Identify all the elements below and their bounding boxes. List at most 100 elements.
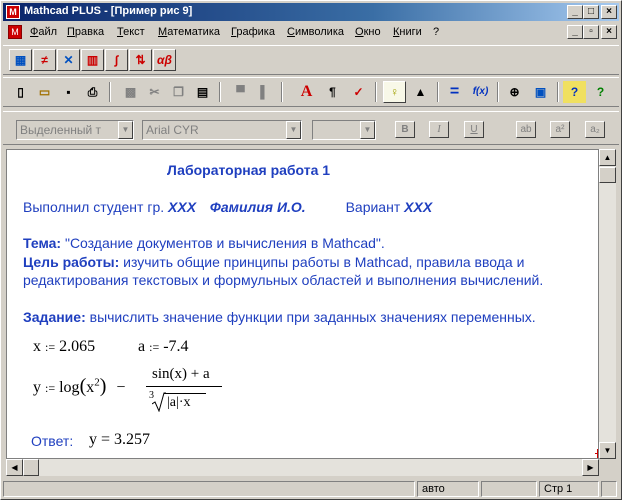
matrix-palette-button[interactable]: ▥ [81,49,104,71]
greek-palette-button[interactable]: αβ [153,49,176,71]
matrix-icon: ▥ [86,53,99,67]
maximize-button[interactable]: □ [583,5,599,19]
x-definition[interactable]: x:= 2.065 [33,338,95,356]
answer-value: 3.257 [114,431,151,448]
scroll-down-arrow[interactable]: ▼ [599,442,616,459]
equals-operator: = [101,431,111,448]
theme-text: "Создание документов и вычисления в Math… [61,235,385,251]
worksheet-area[interactable]: Лабораторная работа 1 Выполнил студент г… [6,149,599,459]
goal-line[interactable]: Цель работы: изучить общие принципы рабо… [23,254,524,270]
fraction-numerator: sin(x) + a [152,366,210,382]
task-line[interactable]: Задание: вычислить значение функции при … [23,309,536,325]
insert-function-button[interactable]: f(x) [469,81,492,103]
chevron-down-icon[interactable]: ▼ [118,121,133,139]
variant-label: Вариант [345,199,405,215]
check-button[interactable]: ▩ [119,81,142,103]
align-left-format-button[interactable]: ab [516,121,536,138]
menu-edit[interactable]: Правка [67,26,104,38]
font-combo-value: Arial CYR [146,123,199,137]
cut-button[interactable]: ✂ [143,81,166,103]
doc-close-button[interactable]: × [601,25,617,39]
answer-expression[interactable]: y = 3.257 [89,431,150,449]
document-icon[interactable]: M [8,25,22,39]
toolbar-separator [375,82,377,102]
horizontal-scrollbar[interactable]: ◀ ▶ [6,459,599,476]
menu-help[interactable]: ? [433,26,439,38]
scroll-right-arrow[interactable]: ▶ [582,459,599,476]
close-button[interactable]: × [601,5,617,19]
save-button[interactable]: ▪ [57,81,80,103]
lightbulb-button[interactable]: ♀ [383,81,406,103]
resource-icon: ▲ [414,85,427,99]
help-book-button[interactable]: ? [563,81,586,103]
answer-label[interactable]: Ответ: [31,433,73,449]
theme-line[interactable]: Тема: "Создание документов и вычисления … [23,235,385,251]
scroll-left-arrow[interactable]: ◀ [6,459,23,476]
menu-books[interactable]: Книги [393,26,422,38]
goal-text-1: изучить общие принципы работы в Mathcad,… [119,254,525,270]
new-document-button[interactable]: ▯ [9,81,32,103]
menu-math[interactable]: Математика [158,26,220,38]
menu-bar: M Файл Правка Текст Математика Графика С… [3,23,619,42]
align-top-button[interactable]: ▀ [229,81,252,103]
palette-toolbar: ▦ ≠ ✕ ▥ ∫ ⇅ αβ [3,45,619,75]
copy-icon: ❐ [173,85,184,99]
bold-button[interactable]: B [395,121,415,138]
superscript-button[interactable]: a² [550,121,570,138]
menu-text[interactable]: Текст [117,26,145,38]
doc-restore-button[interactable]: ▫ [583,25,599,39]
calculator-palette-button[interactable]: ▦ [9,49,32,71]
radical-sign [152,392,166,412]
resize-grip[interactable] [601,481,617,497]
paste-button[interactable]: ▤ [191,81,214,103]
horizontal-scroll-thumb[interactable] [23,459,39,476]
copy-button[interactable]: ❐ [167,81,190,103]
greek-icon: αβ [157,53,172,67]
paragraph-button[interactable]: ¶ [321,81,344,103]
open-button[interactable]: ▭ [33,81,56,103]
student-name: Фамилия И.О. [209,199,306,215]
calculus-palette-button[interactable]: ∫ [105,49,128,71]
menu-file[interactable]: Файл [30,26,57,38]
graph-palette-button[interactable]: ✕ [57,49,80,71]
menu-symbolics[interactable]: Символика [287,26,344,38]
minimize-button[interactable]: _ [567,5,583,19]
doc-minimize-button[interactable]: _ [567,25,583,39]
author-line[interactable]: Выполнил студент гр. XXX Фамилия И.О. Ва… [23,199,432,215]
font-combo[interactable]: Arial CYR ▼ [142,120,302,140]
title-bar[interactable]: M Mathcad PLUS - [Пример рис 9] _ □ × [3,3,619,21]
evaluation-palette-button[interactable]: ≠ [33,49,56,71]
resource-center-button[interactable]: ▲ [409,81,432,103]
vertical-scrollbar[interactable]: ▲ ▼ [599,149,616,459]
size-combo[interactable]: ▼ [312,120,376,140]
calculus-icon: ∫ [114,53,119,67]
subscript-button[interactable]: a₂ [585,121,605,138]
spellcheck-button[interactable]: ✓ [347,81,370,103]
assign-operator: := [149,340,160,354]
style-combo[interactable]: Выделенный т ▼ [16,120,134,140]
mathcad-app-icon[interactable]: M [6,5,20,19]
align-left-icon: ▌ [260,85,269,99]
scroll-up-arrow[interactable]: ▲ [599,149,616,166]
help-button[interactable]: ? [589,81,612,103]
menu-graphics[interactable]: Графика [231,26,275,38]
chevron-down-icon[interactable]: ▼ [286,121,301,139]
vertical-scroll-thumb[interactable] [599,167,616,183]
underline-button[interactable]: U [464,121,484,138]
worksheet-heading[interactable]: Лабораторная работа 1 [167,162,330,178]
window-title: Mathcad PLUS - [Пример рис 9] [24,5,193,17]
calculate-button[interactable]: ▣ [529,81,552,103]
programming-palette-button[interactable]: ⇅ [129,49,152,71]
print-button[interactable]: ⎙ [81,81,104,103]
italic-button[interactable]: I [429,121,449,138]
y-definition[interactable]: y:= log(x2) − [33,375,125,398]
a-definition[interactable]: a:= -7.4 [138,338,189,356]
calculate-equals-button[interactable]: = [443,81,466,103]
zoom-button[interactable]: ⊕ [503,81,526,103]
goal-line-2[interactable]: редактирования текстовых и формульных об… [23,272,543,288]
menu-window[interactable]: Окно [355,26,381,38]
chevron-down-icon[interactable]: ▼ [360,121,375,139]
insert-text-button[interactable]: A [295,81,318,103]
toolbar-separator [437,82,439,102]
align-left-button[interactable]: ▌ [253,81,276,103]
